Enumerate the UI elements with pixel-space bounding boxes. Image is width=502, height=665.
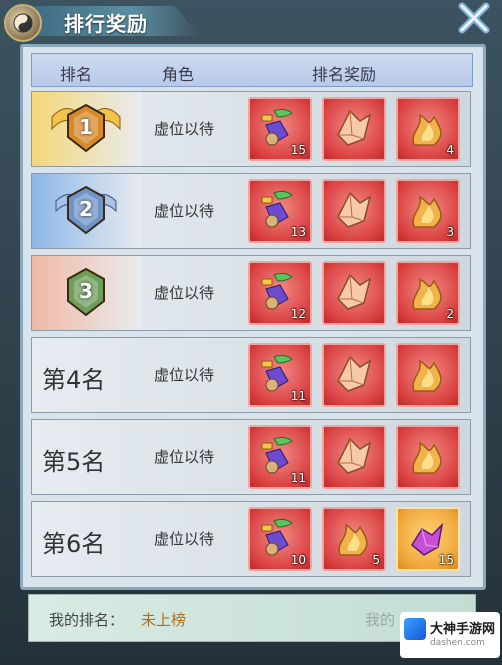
title-bar: 排行奖励 xyxy=(0,0,502,42)
rank-cell: 第6名 xyxy=(32,502,142,576)
reward-count: 11 xyxy=(290,471,306,485)
close-button[interactable] xyxy=(452,2,496,34)
rank-label: 第4名 xyxy=(42,366,106,394)
reward-slot[interactable]: 12 xyxy=(248,261,312,325)
reward-slot[interactable] xyxy=(322,97,386,161)
rank-badge-icon: 3 xyxy=(46,261,126,325)
table-row: 2 虚位以待 13 3 xyxy=(31,173,471,249)
rank-badge-number: 3 xyxy=(79,279,93,303)
table-row: 第6名 虚位以待 10 5 15 xyxy=(31,501,471,577)
rank-cell: 1 xyxy=(32,92,142,166)
reward-slot[interactable] xyxy=(396,343,460,407)
reward-slot[interactable]: 3 xyxy=(396,179,460,243)
header-role: 角色 xyxy=(162,65,195,84)
table-row: 第5名 虚位以待 11 xyxy=(31,419,471,495)
reward-slot[interactable]: 4 xyxy=(396,97,460,161)
rank-cell: 第4名 xyxy=(32,338,142,412)
reward-count: 13 xyxy=(290,225,306,239)
reward-slot[interactable] xyxy=(396,425,460,489)
reward-slot[interactable]: 11 xyxy=(248,343,312,407)
reward-slot[interactable]: 5 xyxy=(322,507,386,571)
reward-slot[interactable]: 15 xyxy=(248,97,312,161)
my-rank-value: 未上榜 xyxy=(141,611,187,629)
rank-badge-icon: 2 xyxy=(46,179,126,243)
reward-slot[interactable] xyxy=(322,425,386,489)
reward-count: 10 xyxy=(290,553,306,567)
reward-count: 11 xyxy=(290,389,306,403)
my-rank-right-text: 我的 xyxy=(365,611,396,629)
header-rewards: 排名奖励 xyxy=(312,65,377,84)
reward-count: 4 xyxy=(446,143,454,157)
reward-slot[interactable] xyxy=(322,261,386,325)
rank-cell: 第5名 xyxy=(32,420,142,494)
reward-window: 排行奖励 排名 角色 排名奖励 1 虚位以待 15 4 2 虚位以待 13 3 3 虚位以待 12 2… xyxy=(0,0,502,665)
reward-count: 15 xyxy=(438,553,454,567)
rank-label: 第6名 xyxy=(42,530,106,558)
reward-count: 12 xyxy=(290,307,306,321)
role-name: 虚位以待 xyxy=(153,448,214,466)
rank-badge-number: 1 xyxy=(79,115,93,139)
table-header: 排名 角色 排名奖励 xyxy=(31,53,473,87)
watermark: 大神手游网 dashen.com xyxy=(400,612,500,658)
reward-slot[interactable]: 10 xyxy=(248,507,312,571)
reward-slot[interactable]: 2 xyxy=(396,261,460,325)
watermark-logo-icon xyxy=(404,618,426,640)
watermark-line2: dashen.com xyxy=(430,638,485,648)
header-rank: 排名 xyxy=(60,65,93,84)
reward-count: 3 xyxy=(446,225,454,239)
reward-slot[interactable]: 13 xyxy=(248,179,312,243)
ranking-panel: 排名 角色 排名奖励 1 虚位以待 15 4 2 虚位以待 13 3 3 虚位以待 12 2 第4名 虚位… xyxy=(20,44,486,590)
rank-cell: 3 xyxy=(32,256,142,330)
table-row: 3 虚位以待 12 2 xyxy=(31,255,471,331)
role-name: 虚位以待 xyxy=(153,366,214,384)
table-row: 1 虚位以待 15 4 xyxy=(31,91,471,167)
rank-badge-icon: 1 xyxy=(46,97,126,161)
watermark-line1: 大神手游网 xyxy=(430,622,496,637)
close-icon[interactable] xyxy=(452,2,496,34)
rank-label: 第5名 xyxy=(42,448,106,476)
taiji-emblem-icon xyxy=(4,4,42,42)
rank-cell: 2 xyxy=(32,174,142,248)
reward-slot[interactable] xyxy=(322,179,386,243)
window-title: 排行奖励 xyxy=(64,12,148,36)
reward-count: 5 xyxy=(372,553,380,567)
my-rank-label: 我的排名： xyxy=(49,611,125,629)
table-row: 第4名 虚位以待 11 xyxy=(31,337,471,413)
reward-slot[interactable] xyxy=(322,343,386,407)
role-name: 虚位以待 xyxy=(153,530,214,548)
role-name: 虚位以待 xyxy=(153,202,214,220)
reward-slot[interactable]: 11 xyxy=(248,425,312,489)
rank-badge-number: 2 xyxy=(79,197,93,221)
reward-count: 2 xyxy=(446,307,454,321)
reward-slot[interactable]: 15 xyxy=(396,507,460,571)
role-name: 虚位以待 xyxy=(153,284,214,302)
role-name: 虚位以待 xyxy=(153,120,214,138)
reward-count: 15 xyxy=(290,143,306,157)
